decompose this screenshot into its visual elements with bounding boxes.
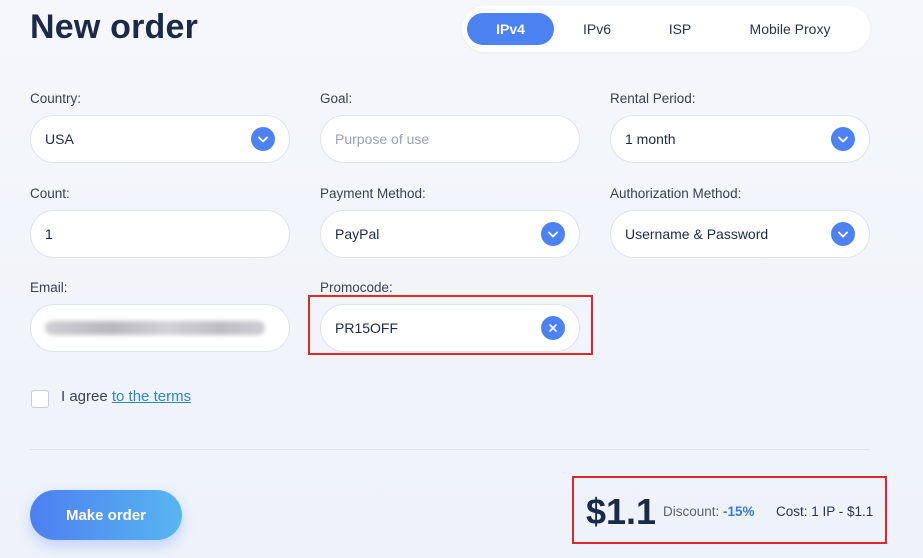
cost-per-ip: Cost: 1 IP - $1.1 (776, 504, 874, 519)
count-field[interactable] (30, 210, 290, 258)
discount: Discount: -15% (663, 504, 755, 519)
payment-method-value: PayPal (335, 226, 380, 242)
proxy-type-tabs: IPv4 IPv6 ISP Mobile Proxy (462, 6, 870, 52)
discount-label: Discount: (663, 504, 720, 519)
divider (30, 449, 870, 450)
agree-text: I agree to the terms (61, 388, 191, 405)
discount-value: -15% (723, 504, 755, 519)
country-value: USA (45, 131, 74, 147)
agree-checkbox[interactable] (31, 390, 49, 408)
goal-field[interactable] (320, 115, 580, 163)
rental-period-value: 1 month (625, 131, 676, 147)
email-field[interactable] (30, 304, 290, 352)
page-title: New order (30, 8, 199, 46)
tab-ipv6[interactable]: IPv6 (561, 13, 633, 45)
authorization-method-select[interactable]: Username & Password (610, 210, 870, 258)
promocode-label: Promocode: (320, 280, 393, 295)
chevron-down-icon[interactable] (831, 222, 855, 246)
terms-link[interactable]: to the terms (112, 388, 191, 405)
chevron-down-icon[interactable] (831, 127, 855, 151)
email-label: Email: (30, 280, 68, 295)
promocode-highlight-box (308, 295, 593, 355)
email-value-redacted (45, 321, 265, 335)
authorization-method-value: Username & Password (625, 226, 769, 242)
country-select[interactable]: USA (30, 115, 290, 163)
tab-isp[interactable]: ISP (646, 13, 714, 45)
total-price: $1.1 (586, 491, 657, 532)
chevron-down-icon[interactable] (541, 222, 565, 246)
rental-period-label: Rental Period: (610, 91, 696, 106)
tab-mobile-proxy[interactable]: Mobile Proxy (730, 13, 850, 45)
authorization-method-label: Authorization Method: (610, 186, 742, 201)
make-order-button[interactable]: Make order (30, 490, 182, 540)
agree-label: I agree (61, 388, 108, 405)
payment-method-label: Payment Method: (320, 186, 426, 201)
payment-method-select[interactable]: PayPal (320, 210, 580, 258)
goal-label: Goal: (320, 91, 353, 106)
tab-ipv4[interactable]: IPv4 (467, 13, 554, 45)
rental-period-select[interactable]: 1 month (610, 115, 870, 163)
country-label: Country: (30, 91, 82, 106)
chevron-down-icon[interactable] (251, 127, 275, 151)
count-input[interactable] (45, 226, 275, 242)
goal-input[interactable] (335, 131, 565, 147)
count-label: Count: (30, 186, 70, 201)
